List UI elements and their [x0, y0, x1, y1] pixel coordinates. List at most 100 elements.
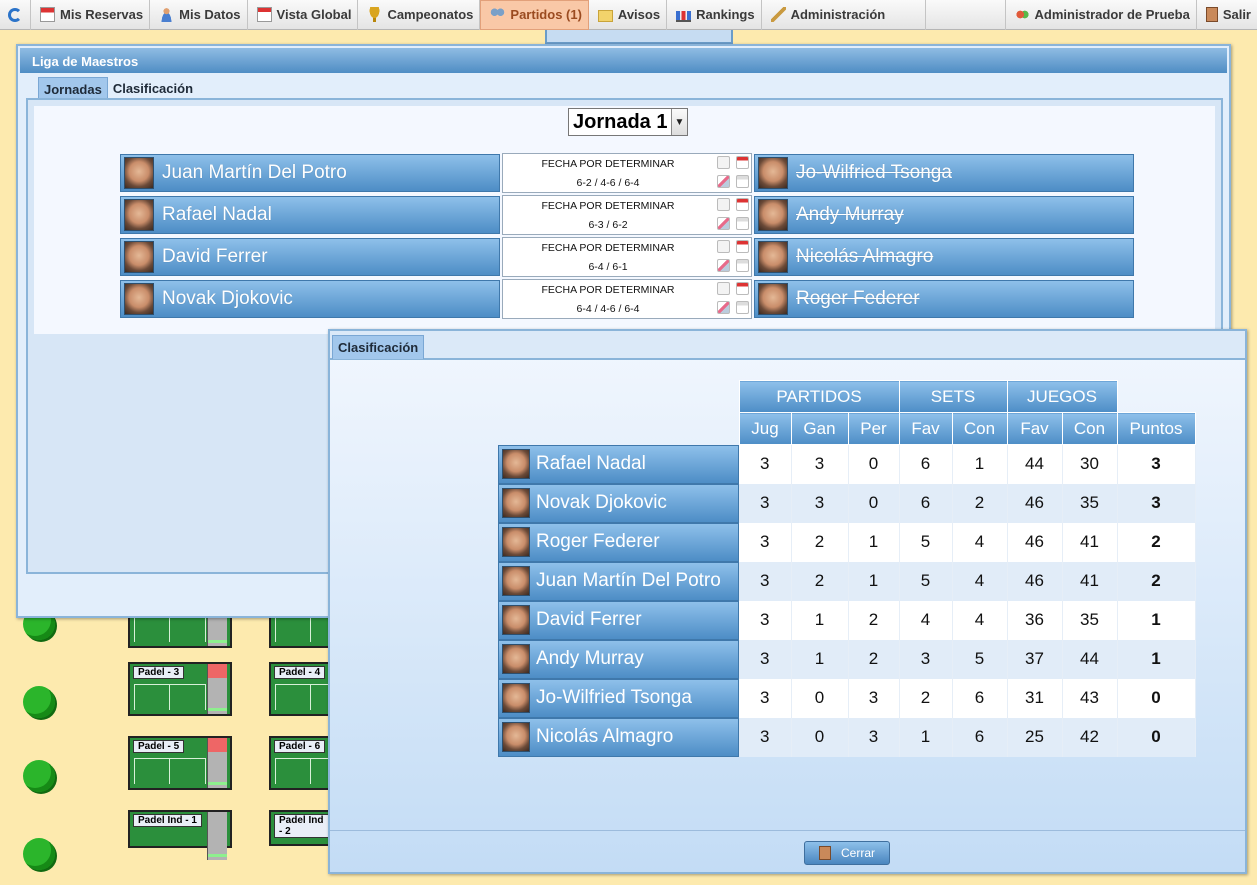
court-padel-ind-1[interactable]: Padel Ind - 1	[128, 810, 232, 860]
nav-rankings[interactable]: Rankings	[667, 0, 762, 30]
player-avatar	[502, 644, 530, 674]
stat-cell: 25	[1007, 717, 1063, 757]
nav-label: Partidos (1)	[510, 7, 582, 22]
edit-result-icon[interactable]	[717, 301, 730, 314]
stat-cell: 41	[1062, 522, 1118, 562]
stat-cell: 2	[952, 483, 1008, 523]
stat-cell: 0	[791, 717, 849, 757]
court-padel-5[interactable]: Padel - 5	[128, 736, 232, 790]
court-padel-4[interactable]: Padel - 4	[269, 662, 331, 716]
nav-partidos[interactable]: Partidos (1)	[480, 0, 589, 30]
stat-cell: 0	[1117, 717, 1196, 757]
standings-player: Juan Martín Del Potro	[498, 561, 739, 601]
player-name: Novak Djokovic	[536, 492, 667, 513]
stat-cell: 36	[1007, 600, 1063, 640]
close-button[interactable]: Cerrar	[804, 841, 890, 865]
stat-cell: 0	[791, 678, 849, 718]
column-header: Per	[847, 412, 900, 445]
edit-result-icon[interactable]	[717, 175, 730, 188]
players-icon	[490, 7, 506, 22]
nav-vista-global[interactable]: Vista Global	[248, 0, 359, 30]
tab-clasificacion[interactable]: Clasificación	[108, 77, 198, 99]
nav-campeonatos[interactable]: Campeonatos	[358, 0, 481, 30]
logout-button[interactable]: Salir	[1197, 0, 1257, 30]
stat-cell: 3	[1117, 444, 1196, 484]
trophy-icon	[367, 7, 383, 22]
stat-cell: 0	[848, 483, 900, 523]
column-header: Jug	[738, 412, 792, 445]
stat-cell: 6	[899, 444, 953, 484]
court-padel-3[interactable]: Padel - 3	[128, 662, 232, 716]
calendar-icon[interactable]	[736, 240, 749, 253]
close-label: Cerrar	[840, 846, 875, 860]
window-title: Liga de Maestros	[20, 48, 1227, 73]
player-avatar	[758, 199, 788, 231]
match-away-player: Nicolás Almagro	[754, 238, 1134, 276]
logout-door-icon	[1205, 7, 1218, 22]
date-toolbar	[545, 30, 733, 44]
door-icon	[818, 846, 831, 860]
nav-avisos[interactable]: Avisos	[589, 0, 668, 30]
match-home-player: Rafael Nadal	[120, 196, 500, 234]
standings-row: Rafael Nadal 3 3 0 6 1 44 30 3	[498, 444, 1196, 484]
calendar-disabled-icon	[736, 175, 749, 188]
match-info: FECHA POR DETERMINAR 6-2 / 4-6 / 6-4	[502, 153, 752, 193]
edit-result-icon[interactable]	[717, 217, 730, 230]
stat-cell: 6	[952, 678, 1008, 718]
standings-row: David Ferrer 3 1 2 4 4 36 35 1	[498, 600, 1196, 640]
player-name: Roger Federer	[536, 531, 660, 552]
refresh-button[interactable]	[0, 0, 31, 30]
player-name: Rafael Nadal	[536, 453, 646, 474]
player-avatar	[124, 157, 154, 189]
jornada-select[interactable]: Jornada 1 ▼	[568, 108, 688, 136]
stat-cell: 3	[791, 483, 849, 523]
tab-clasificacion-active[interactable]: Clasificación	[332, 335, 425, 359]
stat-cell: 3	[739, 561, 792, 601]
match-info: FECHA POR DETERMINAR 6-4 / 4-6 / 6-4	[502, 279, 752, 319]
nav-label: Avisos	[617, 7, 661, 22]
standings-row: Juan Martín Del Potro 3 2 1 5 4 46 41 2	[498, 561, 1196, 601]
bar-chart-icon	[676, 7, 692, 22]
nav-mis-reservas[interactable]: Mis Reservas	[31, 0, 151, 30]
stat-cell: 3	[739, 639, 792, 679]
group-header: JUEGOS	[1006, 380, 1118, 413]
stat-cell: 44	[1007, 444, 1063, 484]
calendar-icon[interactable]	[736, 198, 749, 211]
eraser-icon[interactable]	[717, 198, 730, 211]
nav-administracion[interactable]: Administración	[762, 0, 927, 30]
edit-result-icon[interactable]	[717, 259, 730, 272]
player-avatar	[502, 683, 530, 713]
stat-cell: 41	[1062, 561, 1118, 601]
court-padel-6[interactable]: Padel - 6	[269, 736, 331, 790]
nav-label: Campeonatos	[387, 7, 474, 22]
calendar-icon[interactable]	[736, 156, 749, 169]
match-home-player: Juan Martín Del Potro	[120, 154, 500, 192]
player-name: Andy Murray	[796, 204, 904, 225]
eraser-icon[interactable]	[717, 156, 730, 169]
standings-player: Novak Djokovic	[498, 483, 739, 523]
player-avatar	[124, 241, 154, 273]
eraser-icon[interactable]	[717, 282, 730, 295]
player-name: Rafael Nadal	[162, 204, 272, 225]
player-name: Nicolás Almagro	[796, 246, 934, 267]
eraser-icon[interactable]	[717, 240, 730, 253]
player-avatar	[502, 449, 530, 479]
player-avatar	[758, 283, 788, 315]
nav-label: Mis Reservas	[60, 7, 144, 22]
court-padel-ind-2[interactable]: Padel Ind - 2	[269, 810, 331, 846]
stat-cell: 3	[899, 639, 953, 679]
match-home-player: Novak Djokovic	[120, 280, 500, 318]
stat-cell: 1	[1117, 639, 1196, 679]
stat-cell: 46	[1007, 561, 1063, 601]
standings-player: Nicolás Almagro	[498, 717, 739, 757]
stat-cell: 30	[1062, 444, 1118, 484]
user-icon	[159, 7, 175, 22]
nav-mis-datos[interactable]: Mis Datos	[150, 0, 248, 30]
stat-cell: 1	[1117, 600, 1196, 640]
stat-cell: 6	[899, 483, 953, 523]
nav-label: Vista Global	[276, 7, 352, 22]
tab-jornadas[interactable]: Jornadas	[38, 77, 108, 99]
chevron-down-icon[interactable]: ▼	[671, 109, 687, 135]
user-menu[interactable]: Administrador de Prueba	[1004, 0, 1197, 30]
calendar-icon[interactable]	[736, 282, 749, 295]
